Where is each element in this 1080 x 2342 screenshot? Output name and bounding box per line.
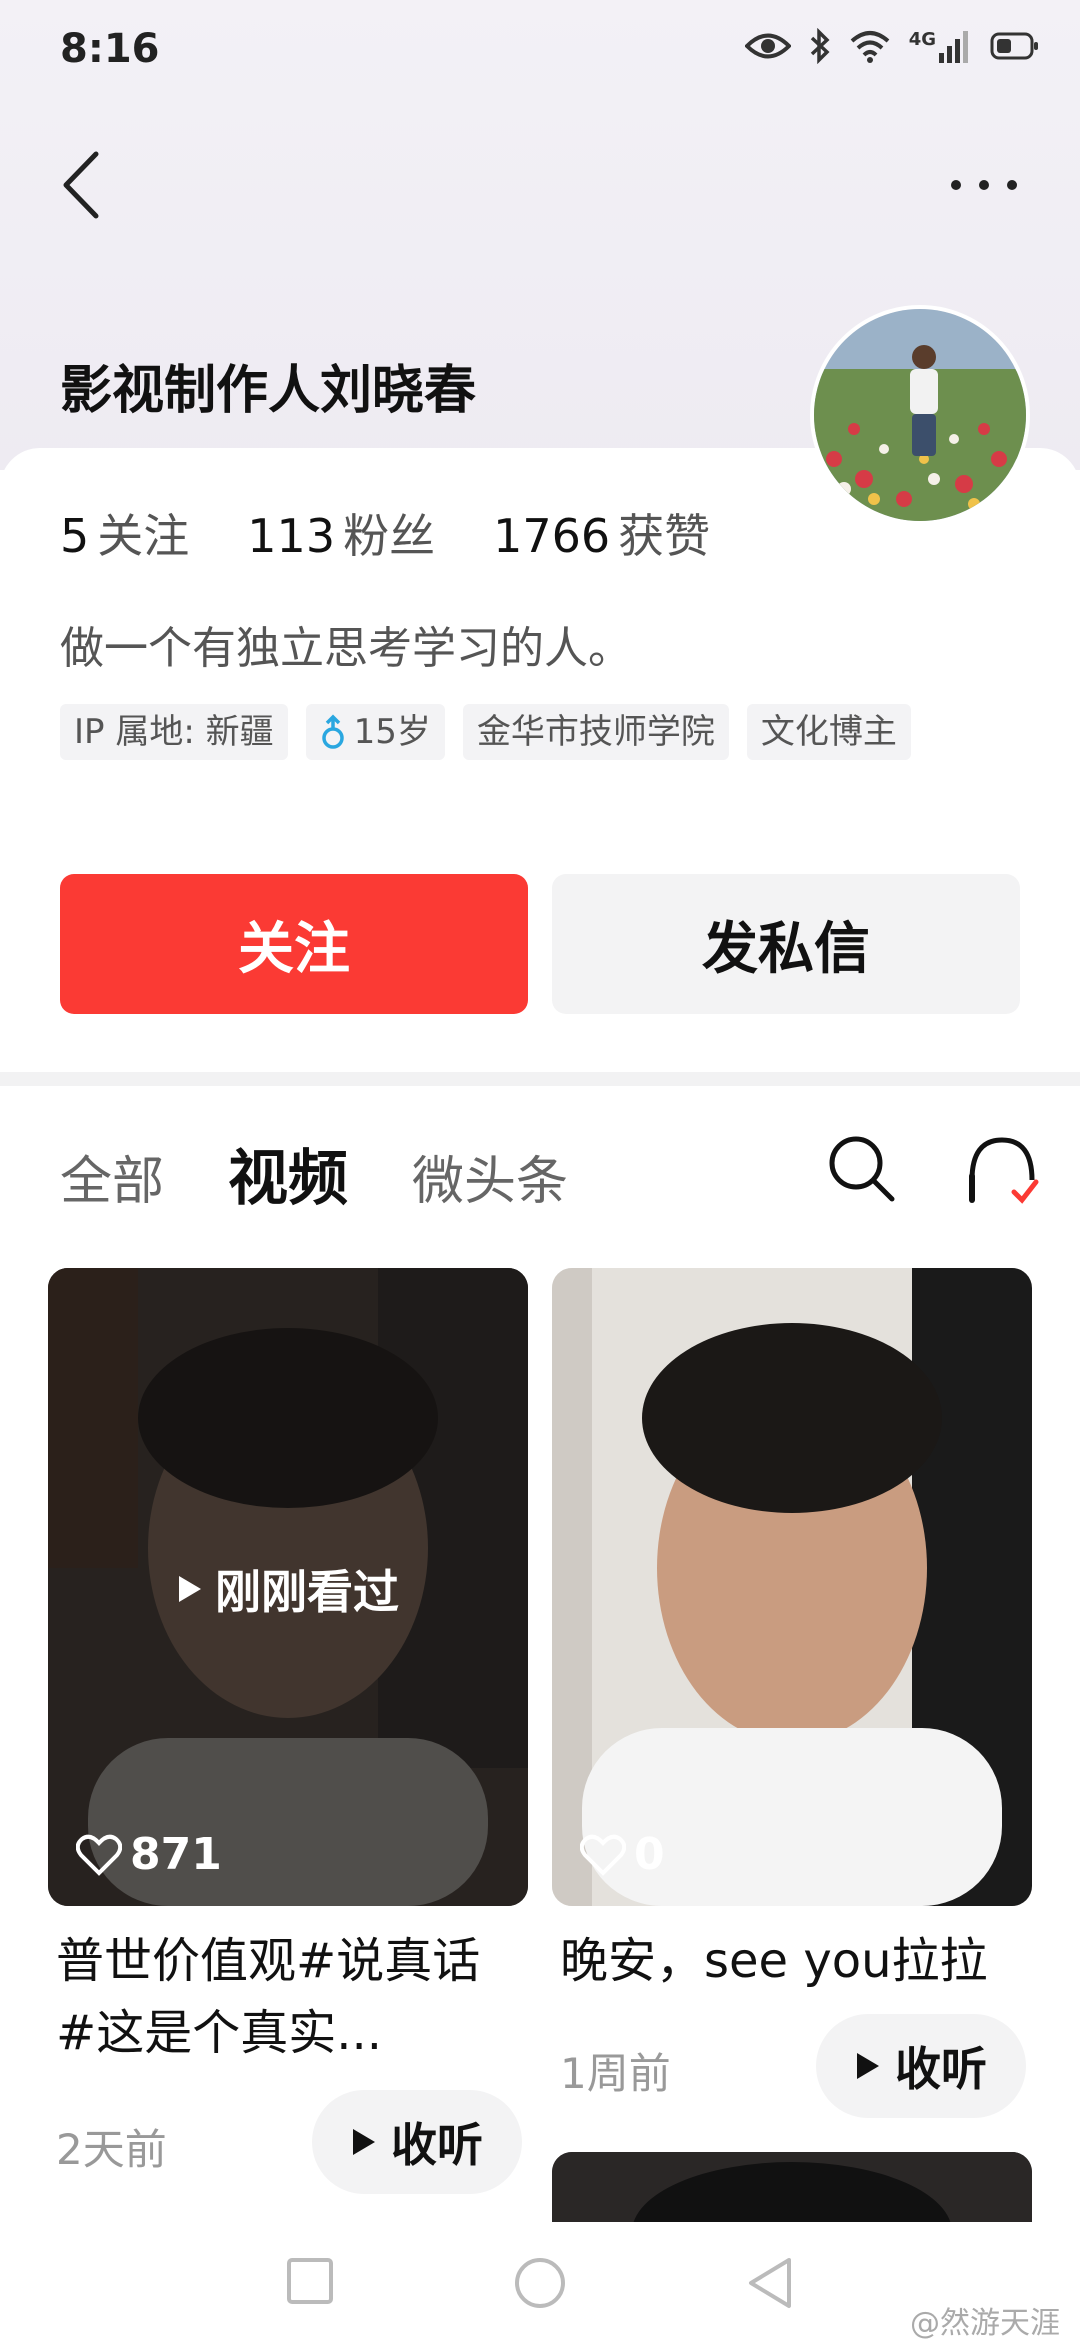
- more-button[interactable]: [946, 170, 1022, 200]
- watermark: @然游天涯: [910, 2306, 1060, 2341]
- like-count-value: 0: [634, 1829, 665, 1880]
- play-icon: [353, 2129, 375, 2155]
- tag-age: 15岁: [305, 704, 445, 760]
- video-time: 2天前: [56, 2125, 167, 2174]
- message-button[interactable]: 发私信: [552, 874, 1020, 1014]
- heart-icon: [580, 1834, 626, 1876]
- avatar-photo: [814, 309, 1026, 521]
- tab-micro-headlines[interactable]: 微头条: [412, 1139, 568, 1214]
- chevron-left-icon: [63, 151, 99, 219]
- play-icon: [857, 2053, 879, 2079]
- profile-stats: 5 关注 113 粉丝 1766 获赞: [60, 500, 710, 566]
- like-count: 0: [580, 1829, 665, 1880]
- listen-button[interactable]: 收听: [312, 2090, 522, 2194]
- home-icon[interactable]: [513, 2256, 567, 2310]
- profile-tags: IP 属地: 新疆 15岁 金华市技师学院 文化博主: [60, 704, 1020, 760]
- network-type: 4G: [908, 29, 936, 50]
- wifi-icon: [849, 29, 891, 63]
- search-icon: [829, 1136, 895, 1202]
- video-thumbnail-image: [552, 2152, 1032, 2222]
- status-bar: 8:16 4G: [0, 0, 1080, 100]
- avatar[interactable]: [810, 305, 1030, 525]
- video-thumbnail[interactable]: [552, 2152, 1032, 2222]
- profile-bio: 做一个有独立思考学习的人。: [60, 623, 632, 674]
- tag-ip-location: IP 属地: 新疆: [60, 704, 288, 760]
- content-tabs: 全部 视频 微头条: [60, 1130, 568, 1217]
- video-thumbnail-image: [552, 1268, 1032, 1906]
- stat-following[interactable]: 5 关注: [60, 500, 189, 566]
- tab-videos[interactable]: 视频: [228, 1130, 348, 1217]
- section-divider: [0, 1072, 1080, 1086]
- bluetooth-icon: [809, 28, 831, 64]
- search-button[interactable]: [826, 1133, 896, 1203]
- video-thumbnail[interactable]: 0: [552, 1268, 1032, 1906]
- heart-icon: [76, 1834, 122, 1876]
- like-count-value: 871: [130, 1829, 222, 1880]
- recently-watched-overlay: 刚刚看过: [48, 1556, 528, 1622]
- profile-name: 影视制作人刘晓春: [60, 361, 477, 421]
- stat-likes[interactable]: 1766 获赞: [493, 500, 710, 566]
- back-button[interactable]: [58, 150, 108, 220]
- eye-icon: [744, 31, 791, 61]
- tag-school: 金华市技师学院: [462, 704, 729, 760]
- stat-followers[interactable]: 113 粉丝: [247, 500, 435, 566]
- tag-role: 文化博主: [746, 704, 911, 760]
- recently-watched-label: 刚刚看过: [215, 1565, 399, 1619]
- signal-icon: 4G: [909, 29, 972, 63]
- video-thumbnail[interactable]: 刚刚看过 871: [48, 1268, 528, 1906]
- video-title[interactable]: 晚安，see you拉拉: [560, 1925, 1030, 1997]
- recent-apps-icon[interactable]: [285, 2256, 335, 2306]
- battery-icon: [990, 31, 1040, 61]
- follow-button[interactable]: 关注: [60, 874, 528, 1014]
- more-icon: [951, 180, 1017, 190]
- video-title[interactable]: 普世价值观#说真话 #这是个真实...: [56, 1925, 526, 2069]
- status-time: 8:16: [60, 26, 160, 72]
- male-icon: [321, 714, 344, 749]
- like-count: 871: [76, 1829, 222, 1880]
- back-nav-icon[interactable]: [745, 2256, 795, 2310]
- tab-all[interactable]: 全部: [60, 1139, 164, 1214]
- listen-button[interactable]: 收听: [816, 2014, 1026, 2118]
- listen-button-label: 收听: [895, 2042, 987, 2096]
- video-time: 1周前: [560, 2049, 671, 2098]
- listen-mode-button[interactable]: [964, 1130, 1040, 1210]
- tag-age-label: 15岁: [353, 712, 431, 752]
- headphones-icon: [969, 1137, 1039, 1204]
- listen-button-label: 收听: [391, 2118, 483, 2172]
- play-icon: [179, 1576, 201, 1602]
